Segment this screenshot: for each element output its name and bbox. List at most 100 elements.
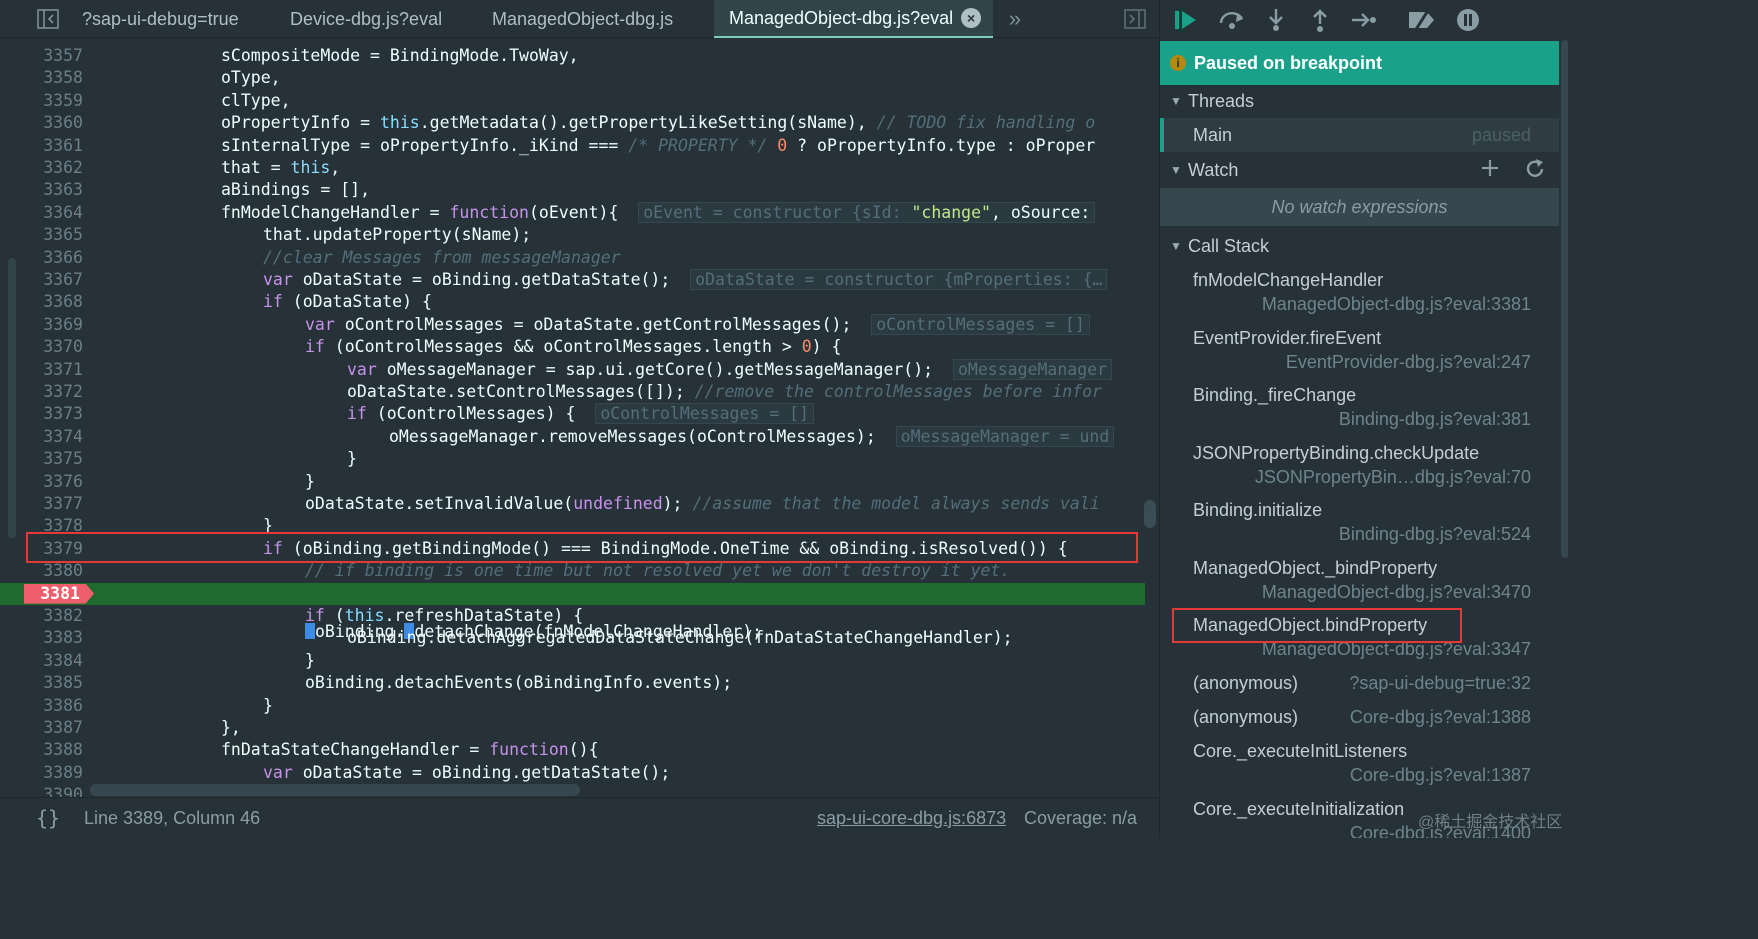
sidebar-scrollbar[interactable]: [1561, 40, 1568, 558]
line-number[interactable]: 3370: [24, 336, 83, 358]
code-line[interactable]: 3362 that = this,: [0, 157, 1145, 179]
code-line[interactable]: 3372 oDataState.setControlMessages([]); /…: [0, 381, 1145, 403]
refresh-watch-icon[interactable]: [1524, 158, 1546, 185]
code-line[interactable]: 3363 aBindings = [],: [0, 179, 1145, 201]
inline-value[interactable]: oMessageManager: [952, 358, 1112, 380]
inline-value[interactable]: oEvent = constructor {sId: "change", oSo…: [638, 201, 1096, 223]
code-line[interactable]: 3366 //clear Messages from messageManager: [0, 247, 1145, 269]
toggle-navigator-icon[interactable]: [34, 0, 62, 38]
resume-icon[interactable]: [1170, 4, 1202, 36]
tab-managedobject-dbg-eval[interactable]: ManagedObject-dbg.js?eval ×: [714, 0, 994, 38]
line-number[interactable]: 3388: [24, 739, 83, 761]
threads-section-header[interactable]: ▼ Threads: [1160, 84, 1559, 118]
line-number[interactable]: 3366: [24, 247, 83, 269]
line-number[interactable]: 3374: [24, 426, 83, 448]
pretty-print-icon[interactable]: {}: [36, 806, 60, 830]
code-line[interactable]: 3360 oPropertyInfo = this.getMetadata().g…: [0, 112, 1145, 134]
code-line[interactable]: 3380 // if binding is one time but not re…: [0, 560, 1145, 582]
call-stack-frame[interactable]: fnModelChangeHandler ManagedObject-dbg.js…: [1160, 270, 1559, 328]
pause-on-exceptions-icon[interactable]: [1452, 4, 1484, 36]
code-line[interactable]: 3357 sCompositeMode = BindingMode.TwoWay,: [0, 45, 1145, 67]
code-view[interactable]: 3357 sCompositeMode = BindingMode.TwoWay,…: [0, 45, 1158, 797]
code-line[interactable]: 3370 if (oControlMessages && oControlMess…: [0, 336, 1145, 358]
deactivate-breakpoints-icon[interactable]: [1406, 4, 1438, 36]
code-line[interactable]: 3389 var oDataState = oBinding.getDataSta…: [0, 762, 1145, 784]
line-number[interactable]: 3367: [24, 269, 83, 291]
code-line[interactable]: 3388 fnDataStateChangeHandler = function(…: [0, 739, 1145, 761]
code-line[interactable]: 3373 if (oControlMessages) { oControlMess…: [0, 403, 1145, 425]
inline-value[interactable]: oControlMessages = []: [871, 313, 1090, 335]
line-number[interactable]: 3389: [24, 762, 83, 784]
tab-managedobject-dbg[interactable]: ManagedObject-dbg.js: [492, 0, 673, 38]
step-out-icon[interactable]: [1304, 4, 1336, 36]
code-line[interactable]: 3383 oBinding.detachAggregatedDataStateCh…: [0, 627, 1145, 649]
line-number[interactable]: 3383: [24, 627, 83, 649]
code-line[interactable]: 3386}: [0, 695, 1145, 717]
line-number[interactable]: 3376: [24, 471, 83, 493]
code-line[interactable]: 3376}: [0, 471, 1145, 493]
code-line[interactable]: 3382 if (this.refreshDataState) {: [0, 605, 1145, 627]
line-number[interactable]: 3361: [24, 135, 83, 157]
step-into-icon[interactable]: [1260, 4, 1292, 36]
line-number[interactable]: 3386: [24, 695, 83, 717]
call-stack-frame[interactable]: Core._executeInitListeners Core-dbg.js?ev…: [1160, 741, 1559, 799]
line-number[interactable]: 3372: [24, 381, 83, 403]
code-line[interactable]: 3365 that.updateProperty(sName);: [0, 224, 1145, 246]
inline-value[interactable]: oMessageManager = und: [895, 425, 1115, 447]
call-stack-frame[interactable]: Binding._fireChange Binding-dbg.js?eval:3…: [1160, 385, 1559, 443]
call-stack-frame[interactable]: Binding.initialize Binding-dbg.js?eval:52…: [1160, 500, 1559, 558]
step-icon[interactable]: [1348, 4, 1380, 36]
more-tabs-icon[interactable]: »: [1004, 0, 1026, 38]
line-number[interactable]: 3368: [24, 291, 83, 313]
line-number[interactable]: 3385: [24, 672, 83, 694]
code-line[interactable]: 3375}: [0, 448, 1145, 470]
line-number[interactable]: 3362: [24, 157, 83, 179]
code-line[interactable]: 3367 var oDataState = oBinding.getDataSta…: [0, 269, 1145, 291]
line-number[interactable]: 3371: [24, 359, 83, 381]
line-number[interactable]: 3387: [24, 717, 83, 739]
line-number[interactable]: 3357: [24, 45, 83, 67]
line-number[interactable]: 3377: [24, 493, 83, 515]
step-over-icon[interactable]: [1216, 4, 1248, 36]
line-number[interactable]: 3369: [24, 314, 83, 336]
code-line[interactable]: 3377 oDataState.setInvalidValue(undefined…: [0, 493, 1145, 515]
watch-section-header[interactable]: ▼ Watch: [1160, 153, 1559, 187]
tab-device-dbg[interactable]: Device-dbg.js?eval: [290, 0, 442, 38]
call-stack-section-header[interactable]: ▼ Call Stack: [1160, 229, 1559, 263]
line-number[interactable]: 3375: [24, 448, 83, 470]
inline-value[interactable]: oControlMessages = []: [595, 403, 814, 425]
code-line[interactable]: 3359 clType,: [0, 90, 1145, 112]
horizontal-scrollbar[interactable]: [90, 784, 580, 796]
code-line[interactable]: 3358 oType,: [0, 67, 1145, 89]
vertical-scrollbar[interactable]: [1144, 500, 1156, 528]
line-number[interactable]: 3364: [24, 202, 83, 224]
line-number[interactable]: 3380: [24, 560, 83, 582]
toggle-debugger-icon[interactable]: [1121, 0, 1149, 38]
line-number[interactable]: 3359: [24, 90, 83, 112]
code-line[interactable]: 3374 oMessageManager.removeMessages(oCont…: [0, 425, 1145, 448]
code-line[interactable]: 3385 oBinding.detachEvents(oBindingInfo.e…: [0, 672, 1145, 694]
code-line[interactable]: 3369 var oControlMessages = oDataState.ge…: [0, 313, 1145, 336]
line-number[interactable]: 3382: [24, 605, 83, 627]
inline-value[interactable]: oDataState = constructor {mProperties: {…: [690, 269, 1108, 290]
line-number[interactable]: 3358: [24, 67, 83, 89]
close-tab-icon[interactable]: ×: [961, 8, 982, 28]
thread-item-main[interactable]: Main paused: [1160, 118, 1559, 152]
line-number[interactable]: 3384: [24, 650, 83, 672]
call-stack-frame[interactable]: (anonymous) ?sap-ui-debug=true:32: [1160, 673, 1559, 707]
line-number[interactable]: 3390: [24, 784, 83, 797]
call-stack-frame[interactable]: (anonymous) Core-dbg.js?eval:1388: [1160, 707, 1559, 741]
line-number[interactable]: 3363: [24, 179, 83, 201]
line-number[interactable]: 3360: [24, 112, 83, 134]
code-line[interactable]: 3387},: [0, 717, 1145, 739]
line-number[interactable]: 3373: [24, 403, 83, 425]
call-stack-frame[interactable]: EventProvider.fireEvent EventProvider-dbg…: [1160, 328, 1559, 386]
code-line[interactable]: 3361 sInternalType = oPropertyInfo._iKind…: [0, 135, 1145, 157]
code-line[interactable]: 3364 fnModelChangeHandler = function(oEve…: [0, 201, 1145, 224]
paused-execution-line[interactable]: 3381 oBinding. detachChange(fnModelChange…: [0, 582, 1145, 641]
add-watch-icon[interactable]: [1480, 158, 1500, 183]
code-line[interactable]: 3384}: [0, 650, 1145, 672]
breakpoint-marker[interactable]: 3381: [24, 583, 94, 604]
source-map-link[interactable]: sap-ui-core-dbg.js:6873: [817, 808, 1006, 829]
line-number[interactable]: 3365: [24, 224, 83, 246]
